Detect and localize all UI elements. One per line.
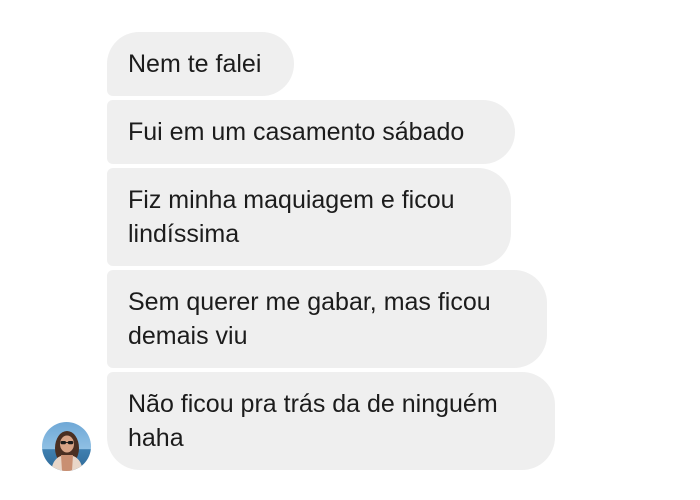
message-text: Fiz minha maquiagem e ficou lindíssima — [128, 186, 455, 248]
message-bubble[interactable]: Nem te falei — [107, 32, 294, 96]
message-bubble[interactable]: Sem querer me gabar, mas ficou demais vi… — [107, 270, 547, 368]
chat-thread: Nem te falei Fui em um casamento sábado … — [0, 0, 700, 500]
message-bubble[interactable]: Fui em um casamento sábado — [107, 100, 515, 164]
message-text: Sem querer me gabar, mas ficou demais vi… — [128, 288, 491, 350]
message-text: Não ficou pra trás da de ninguém haha — [128, 390, 498, 452]
message-text: Fui em um casamento sábado — [128, 118, 465, 146]
message-bubble[interactable]: Não ficou pra trás da de ninguém haha — [107, 372, 555, 470]
profile-photo-icon — [42, 422, 91, 471]
message-text: Nem te falei — [128, 50, 262, 78]
message-bubble[interactable]: Fiz minha maquiagem e ficou lindíssima — [107, 168, 511, 266]
avatar[interactable] — [42, 422, 91, 471]
